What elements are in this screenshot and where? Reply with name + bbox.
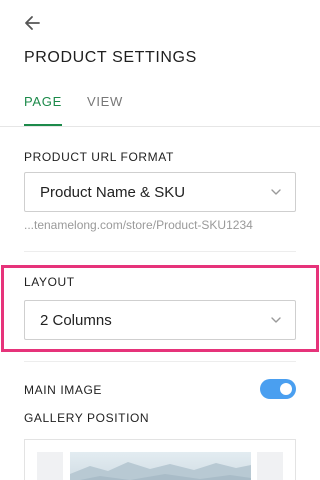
chevron-down-icon bbox=[271, 317, 281, 323]
arrow-left-icon bbox=[25, 16, 40, 30]
mountain-image bbox=[70, 462, 251, 480]
main-image-label: MAIN IMAGE bbox=[24, 383, 103, 397]
tab-bar: PAGE VIEW bbox=[24, 93, 148, 126]
back-button[interactable] bbox=[22, 12, 44, 34]
gallery-position-label: GALLERY POSITION bbox=[24, 411, 150, 425]
tabs-divider bbox=[0, 126, 320, 127]
url-format-label: PRODUCT URL FORMAT bbox=[24, 150, 174, 164]
gallery-thumb-right bbox=[257, 452, 283, 480]
page-title: PRODUCT SETTINGS bbox=[24, 49, 197, 66]
chevron-down-icon bbox=[271, 189, 281, 195]
toggle-knob bbox=[280, 383, 292, 395]
section-divider bbox=[24, 361, 296, 362]
tab-view[interactable]: VIEW bbox=[87, 93, 123, 126]
main-image-toggle[interactable] bbox=[260, 379, 296, 399]
url-format-select[interactable]: Product Name & SKU bbox=[24, 172, 296, 212]
main-image-preview bbox=[70, 452, 251, 480]
layout-label: LAYOUT bbox=[24, 275, 75, 289]
gallery-thumb-left bbox=[37, 452, 63, 480]
gallery-position-preview[interactable] bbox=[24, 439, 296, 480]
layout-value: 2 Columns bbox=[40, 312, 112, 329]
section-divider bbox=[24, 251, 296, 252]
tab-page[interactable]: PAGE bbox=[24, 93, 62, 126]
url-format-value: Product Name & SKU bbox=[40, 184, 186, 201]
url-preview: ...tenamelong.com/store/Product-SKU1234 bbox=[24, 218, 253, 232]
layout-select[interactable]: 2 Columns bbox=[24, 300, 296, 340]
